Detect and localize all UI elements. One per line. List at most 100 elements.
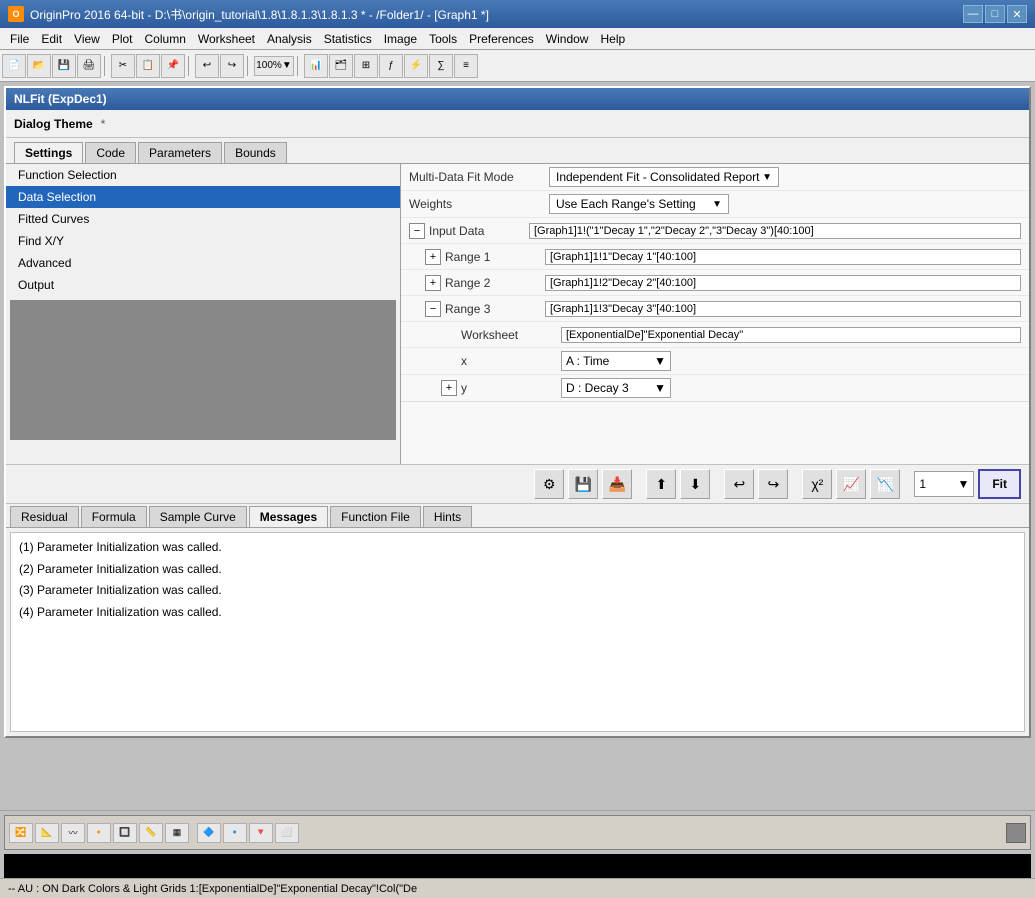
toolbar-print[interactable]: 🖨 [77,54,101,78]
taskbar-btn4[interactable]: 🔸 [87,823,111,843]
y-dropdown[interactable]: D : Decay 3 ▼ [561,378,671,398]
range2-expand[interactable]: + [425,275,441,291]
tab-formula[interactable]: Formula [81,506,147,527]
multidata-arrow: ▼ [762,172,772,183]
menu-help[interactable]: Help [594,32,631,46]
range1-expand[interactable]: + [425,249,441,265]
save-as-btn[interactable]: 📥 [602,469,632,499]
range3-row: − Range 3 [Graph1]1!3"Decay 3"[40:100] [401,296,1029,322]
taskbar-btn1[interactable]: 🔀 [9,823,33,843]
tab-parameters[interactable]: Parameters [138,142,222,163]
tab-hints[interactable]: Hints [423,506,472,527]
toolbar-zoom[interactable]: 100%▼ [254,56,294,76]
bottom-toolbar: ⚙ 💾 📥 ⬆ ⬇ ↩ ↪ χ² 📈 📉 1 ▼ Fit [6,464,1029,504]
taskbar-btn2[interactable]: 📐 [35,823,59,843]
minimize-button[interactable]: — [963,5,983,23]
message-3: (3) Parameter Initialization was called. [19,580,1016,602]
toolbar-graph[interactable]: 📊 [304,54,328,78]
menu-image[interactable]: Image [378,32,423,46]
window-controls[interactable]: — □ ✕ [963,5,1027,23]
toolbar-paste[interactable]: 📌 [161,54,185,78]
nav-advanced[interactable]: Advanced [6,252,400,274]
message-area: (1) Parameter Initialization was called.… [10,532,1025,732]
weights-dropdown[interactable]: Use Each Range's Setting ▼ [549,194,729,214]
menu-plot[interactable]: Plot [106,32,139,46]
x-value: A : Time [566,354,609,368]
multidata-dropdown[interactable]: Independent Fit - Consolidated Report ▼ [549,167,779,187]
taskbar-btn8[interactable]: 🔷 [197,823,221,843]
save-btn[interactable]: 💾 [568,469,598,499]
tab-settings[interactable]: Settings [14,142,83,163]
toolbar-new[interactable]: 📄 [2,54,26,78]
menu-column[interactable]: Column [139,32,192,46]
x-dropdown[interactable]: A : Time ▼ [561,351,671,371]
input-data-value[interactable]: [Graph1]1!("1"Decay 1","2"Decay 2","3"De… [529,223,1021,239]
y-arrow: ▼ [654,381,666,395]
nav-fitted-curves[interactable]: Fitted Curves [6,208,400,230]
nav-data-selection[interactable]: Data Selection [6,186,400,208]
redo-btn[interactable]: ↪ [758,469,788,499]
chi-square-btn[interactable]: χ² [802,469,832,499]
nav-function-selection[interactable]: Function Selection [6,164,400,186]
taskbar-btn6[interactable]: 📏 [139,823,163,843]
taskbar-inner: 🔀 📐 〰 🔸 🔲 📏 ▦ 🔷 🔹 🔻 ⬜ [4,815,1031,850]
tab-bounds[interactable]: Bounds [224,142,287,163]
toolbar-open[interactable]: 📂 [27,54,51,78]
menu-preferences[interactable]: Preferences [463,32,540,46]
worksheet-label: Worksheet [461,328,561,342]
taskbar-btn10[interactable]: 🔻 [249,823,273,843]
taskbar-btn9[interactable]: 🔹 [223,823,247,843]
close-button[interactable]: ✕ [1007,5,1027,23]
residual-btn[interactable]: 📉 [870,469,900,499]
range1-value[interactable]: [Graph1]1!1"Decay 1"[40:100] [545,249,1021,265]
menu-worksheet[interactable]: Worksheet [192,32,261,46]
fit-button[interactable]: Fit [978,469,1021,499]
toolbar-save[interactable]: 💾 [52,54,76,78]
taskbar-btn5[interactable]: 🔲 [113,823,137,843]
toolbar-redo[interactable]: ↪ [220,54,244,78]
up-btn[interactable]: ⬆ [646,469,676,499]
range3-value[interactable]: [Graph1]1!3"Decay 3"[40:100] [545,301,1021,317]
weights-value: Use Each Range's Setting [556,197,696,211]
toolbar-more1[interactable]: ≡ [454,54,478,78]
range2-value[interactable]: [Graph1]1!2"Decay 2"[40:100] [545,275,1021,291]
tab-code[interactable]: Code [85,142,136,163]
toolbar-function[interactable]: ƒ [379,54,403,78]
toolbar-cut[interactable]: ✂ [111,54,135,78]
maximize-button[interactable]: □ [985,5,1005,23]
range3-expand[interactable]: − [425,301,441,317]
toolbar-table[interactable]: 🗂 [329,54,353,78]
nav-output[interactable]: Output [6,274,400,296]
toolbar-stats[interactable]: ∑ [429,54,453,78]
undo-btn[interactable]: ↩ [724,469,754,499]
menu-view[interactable]: View [68,32,106,46]
menu-file[interactable]: File [4,32,35,46]
tab-sample-curve[interactable]: Sample Curve [149,506,247,527]
dialog-title-text: NLFit (ExpDec1) [14,92,107,106]
taskbar-btn3[interactable]: 〰 [61,823,85,843]
menu-tools[interactable]: Tools [423,32,463,46]
toolbar-analysis[interactable]: ⚡ [404,54,428,78]
toolbar-copy[interactable]: 📋 [136,54,160,78]
worksheet-value[interactable]: [ExponentialDe]"Exponential Decay" [561,327,1021,343]
tab-function-file[interactable]: Function File [330,506,421,527]
range3-label: Range 3 [445,302,545,316]
load-data-btn[interactable]: ⚙ [534,469,564,499]
input-data-expand[interactable]: − [409,223,425,239]
down-btn[interactable]: ⬇ [680,469,710,499]
nav-find-xy[interactable]: Find X/Y [6,230,400,252]
menu-analysis[interactable]: Analysis [261,32,318,46]
menu-window[interactable]: Window [540,32,595,46]
tab-messages[interactable]: Messages [249,506,328,527]
toolbar-matrix[interactable]: ⊞ [354,54,378,78]
taskbar-btn7[interactable]: ▦ [165,823,189,843]
tab-residual[interactable]: Residual [10,506,79,527]
taskbar-right-icon [1006,823,1026,843]
toolbar-undo[interactable]: ↩ [195,54,219,78]
plot-btn[interactable]: 📈 [836,469,866,499]
iteration-input[interactable]: 1 ▼ [914,471,974,497]
menu-edit[interactable]: Edit [35,32,68,46]
y-expand[interactable]: + [441,380,457,396]
taskbar-btn11[interactable]: ⬜ [275,823,299,843]
menu-statistics[interactable]: Statistics [318,32,378,46]
